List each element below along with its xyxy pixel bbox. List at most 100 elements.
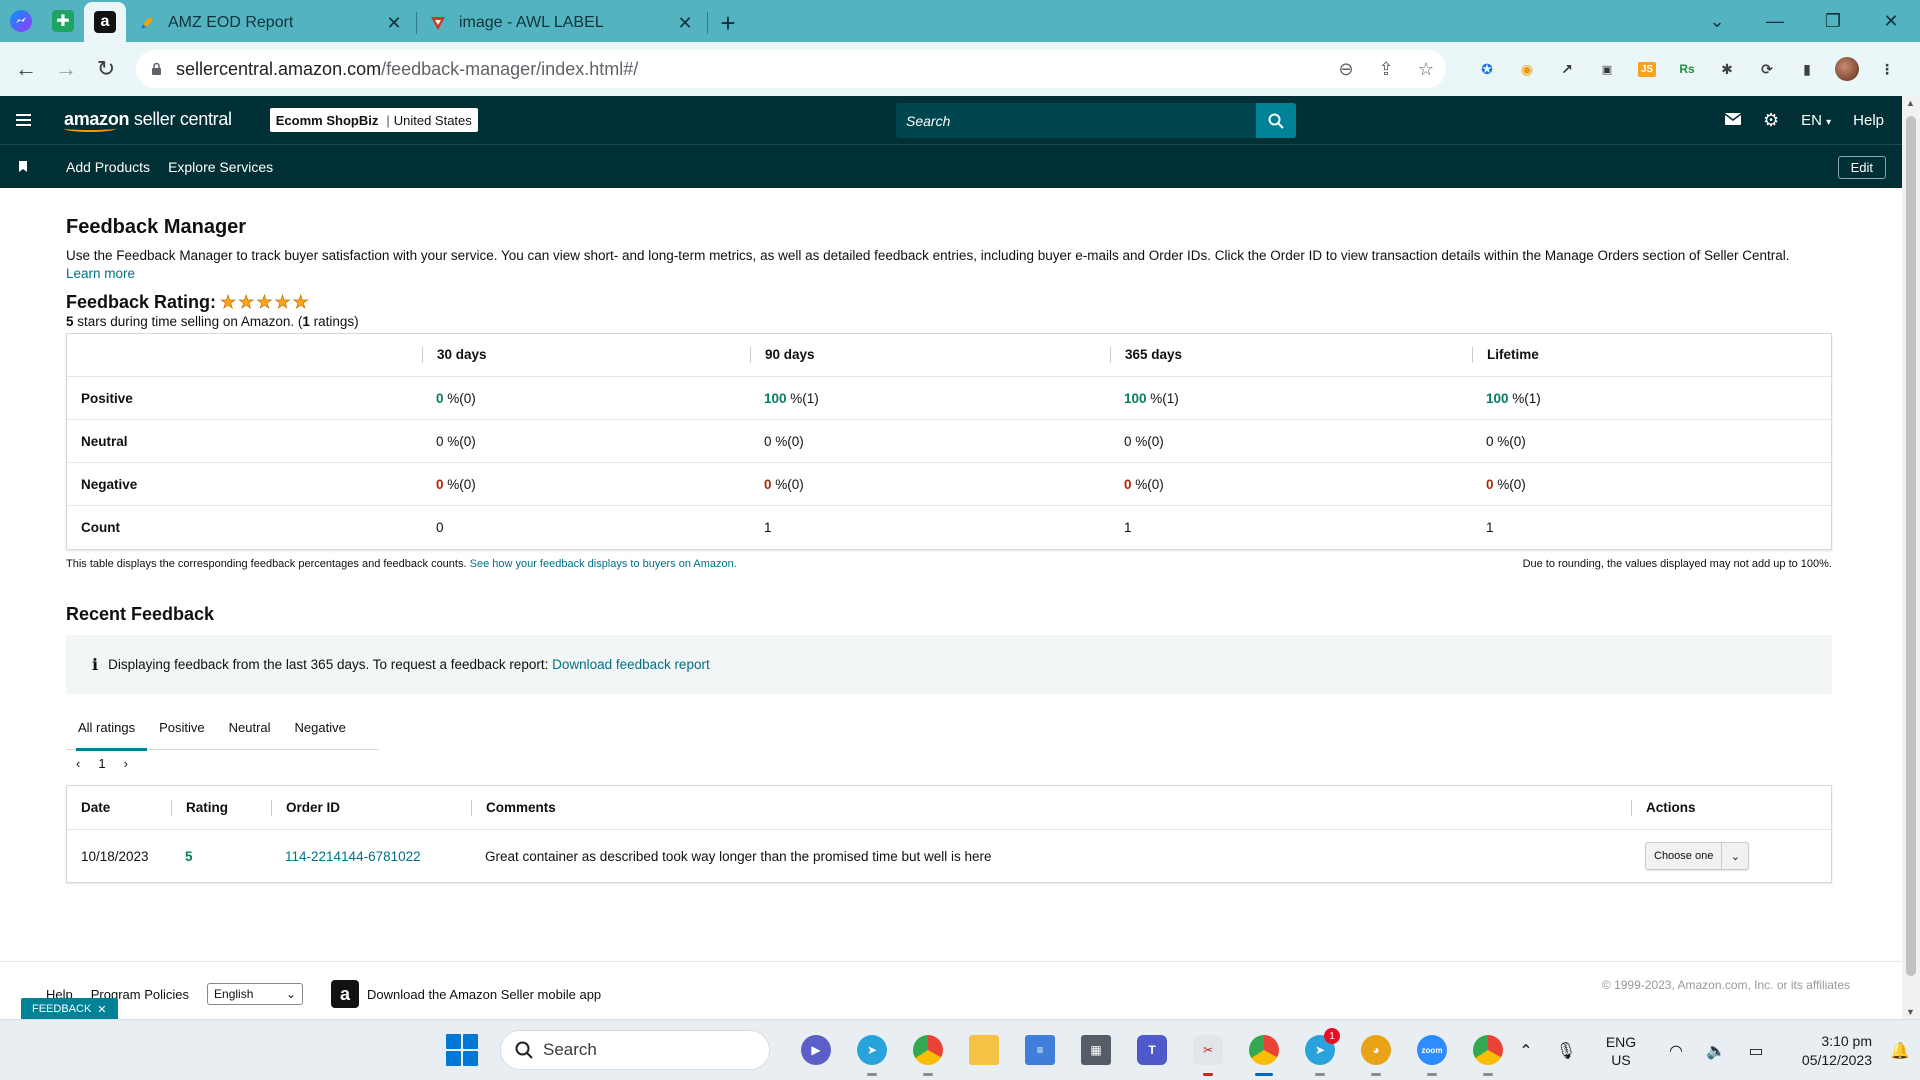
- pinned-tab-amazon[interactable]: a: [84, 2, 126, 42]
- tab-search-chevron-icon[interactable]: ⌄: [1688, 0, 1746, 42]
- extension-arrow-icon[interactable]: ↗: [1550, 52, 1584, 86]
- mail-icon[interactable]: [1724, 112, 1742, 129]
- extension-off-icon[interactable]: ▣: [1590, 52, 1624, 86]
- windows-start-icon[interactable]: [446, 1034, 478, 1066]
- reload-icon[interactable]: ↻: [86, 49, 126, 89]
- forward-arrow-icon[interactable]: →: [46, 49, 86, 89]
- page-number[interactable]: 1: [98, 756, 105, 771]
- taskbar-teams-icon[interactable]: T: [1130, 1028, 1174, 1072]
- bookmark-star-icon[interactable]: ☆: [1406, 59, 1446, 80]
- notifications-bell-icon[interactable]: 🔔: [1880, 1041, 1920, 1061]
- taskbar-chrome-active-icon[interactable]: [1242, 1028, 1286, 1076]
- share-icon[interactable]: ⇪: [1366, 59, 1406, 80]
- extension-orange-icon[interactable]: ◉: [1510, 52, 1544, 86]
- recent-feedback-table: Date Rating Order ID Comments Actions 10…: [66, 785, 1832, 883]
- volume-icon[interactable]: 🔈: [1696, 1041, 1736, 1061]
- restore-icon[interactable]: ❐: [1804, 0, 1862, 42]
- taskbar-search[interactable]: Search: [500, 1030, 770, 1070]
- actions-dropdown[interactable]: Choose one ⌄: [1645, 842, 1750, 870]
- zoom-icon[interactable]: ⊖: [1326, 59, 1366, 80]
- prev-page-icon[interactable]: ‹: [76, 756, 80, 771]
- settings-gear-icon[interactable]: ⚙: [1763, 110, 1779, 131]
- close-window-icon[interactable]: ✕: [1862, 0, 1920, 42]
- taskbar-calculator-icon[interactable]: ▦: [1074, 1028, 1118, 1072]
- extension-rs-icon[interactable]: Rs: [1670, 52, 1704, 86]
- extension-refresh-icon[interactable]: ⟳: [1750, 52, 1784, 86]
- help-link[interactable]: Help: [1853, 112, 1884, 129]
- edit-nav-button[interactable]: Edit: [1837, 156, 1886, 179]
- rounding-note: Due to rounding, the values displayed ma…: [1522, 558, 1832, 570]
- close-icon[interactable]: ✕: [97, 1003, 106, 1016]
- lock-icon[interactable]: [136, 62, 176, 76]
- see-feedback-display-link[interactable]: See how your feedback displays to buyers…: [470, 558, 737, 570]
- nav-add-products[interactable]: Add Products: [66, 159, 150, 175]
- language-switch[interactable]: EN ▾: [1801, 112, 1831, 129]
- pinned-tab-sheets[interactable]: ✚: [42, 0, 84, 42]
- seller-central-logo[interactable]: amazon seller central: [64, 109, 232, 132]
- column-header[interactable]: Date: [67, 800, 171, 815]
- tab-positive[interactable]: Positive: [147, 706, 217, 750]
- tab-amz-eod-report[interactable]: AMZ EOD Report ✕: [126, 4, 416, 42]
- minimize-icon[interactable]: —: [1746, 0, 1804, 42]
- taskbar-chrome-icon[interactable]: [1466, 1028, 1510, 1076]
- profile-avatar[interactable]: [1830, 52, 1864, 86]
- extension-blue-icon[interactable]: ✪: [1470, 52, 1504, 86]
- cell-value: 1: [764, 520, 772, 535]
- back-arrow-icon[interactable]: ←: [6, 49, 46, 89]
- taskbar-snipping-tool-icon[interactable]: ✂: [1186, 1028, 1230, 1076]
- mobile-app-link[interactable]: a Download the Amazon Seller mobile app: [331, 980, 601, 1008]
- pinned-tab-messenger[interactable]: [0, 0, 42, 42]
- star-icon: ★: [220, 292, 237, 313]
- language-label: EN: [1801, 111, 1822, 129]
- tab-negative[interactable]: Negative: [283, 706, 358, 750]
- tab-title: image - AWL LABEL: [459, 14, 604, 31]
- taskbar-zoom-icon[interactable]: zoom: [1410, 1028, 1454, 1076]
- tab-all-ratings[interactable]: All ratings: [66, 706, 148, 751]
- input-language[interactable]: ENG US: [1586, 1033, 1656, 1069]
- column-header[interactable]: Rating: [171, 799, 271, 816]
- nav-explore-services[interactable]: Explore Services: [168, 159, 273, 175]
- side-panel-icon[interactable]: ▮: [1790, 52, 1824, 86]
- download-feedback-report-link[interactable]: Download feedback report: [552, 657, 710, 672]
- clock[interactable]: 3:10 pm 05/12/2023: [1776, 1032, 1880, 1070]
- browser-menu-icon[interactable]: ⋮: [1870, 52, 1904, 86]
- scrollbar-thumb[interactable]: [1906, 116, 1916, 976]
- table-cell: 0 %(0): [422, 434, 750, 449]
- taskbar-telegram2-icon[interactable]: ➤ 1: [1298, 1028, 1342, 1076]
- order-id-link[interactable]: 114-2214144-6781022: [285, 849, 421, 864]
- column-header: Lifetime: [1472, 347, 1831, 363]
- battery-icon[interactable]: ▭: [1736, 1041, 1776, 1061]
- new-tab-button[interactable]: +: [708, 4, 748, 42]
- taskbar-telegram-icon[interactable]: ➤: [850, 1028, 894, 1076]
- sc-search-button[interactable]: [1256, 103, 1296, 138]
- store-switcher[interactable]: Ecomm ShopBiz | United States: [269, 108, 478, 132]
- column-header[interactable]: Order ID: [271, 799, 471, 816]
- footer-language-select[interactable]: English ⌄: [207, 983, 304, 1005]
- learn-more-link[interactable]: Learn more: [66, 266, 135, 281]
- taskbar-notepad-icon[interactable]: ≡: [1018, 1028, 1062, 1072]
- taskbar-app-icon[interactable]: ◕: [1354, 1028, 1398, 1076]
- sc-search-input[interactable]: Search: [896, 103, 1256, 138]
- extension-js-icon[interactable]: JS: [1630, 52, 1664, 86]
- cell-suffix: %(0): [771, 476, 804, 492]
- address-bar[interactable]: sellercentral.amazon.com/feedback-manage…: [136, 50, 1446, 88]
- wifi-icon[interactable]: ◠: [1656, 1041, 1696, 1061]
- taskbar-file-explorer-icon[interactable]: [962, 1028, 1006, 1072]
- scroll-up-icon[interactable]: ▲: [1906, 98, 1915, 108]
- next-page-icon[interactable]: ›: [124, 756, 128, 771]
- page-scrollbar[interactable]: ▲ ▼: [1902, 96, 1920, 1019]
- close-tab-icon[interactable]: ✕: [675, 13, 695, 34]
- tab-neutral[interactable]: Neutral: [217, 706, 283, 750]
- tab-awl-label[interactable]: image - AWL LABEL ✕: [417, 4, 707, 42]
- taskbar-chat-icon[interactable]: ▶: [794, 1028, 838, 1072]
- tray-chevron-up-icon[interactable]: ⌃: [1506, 1041, 1546, 1061]
- scroll-down-icon[interactable]: ▼: [1906, 1007, 1915, 1017]
- extensions-puzzle-icon[interactable]: ✱: [1710, 52, 1744, 86]
- close-tab-icon[interactable]: ✕: [384, 13, 404, 34]
- feedback-tab[interactable]: FEEDBACK ✕: [21, 998, 118, 1020]
- taskbar-chrome-profile-icon[interactable]: [906, 1028, 950, 1076]
- microphone-icon[interactable]: 🎙: [1546, 1041, 1586, 1061]
- bookmark-icon[interactable]: [0, 161, 46, 172]
- hamburger-menu-icon[interactable]: [0, 96, 46, 144]
- table-cell: 0 %(0): [1472, 477, 1831, 492]
